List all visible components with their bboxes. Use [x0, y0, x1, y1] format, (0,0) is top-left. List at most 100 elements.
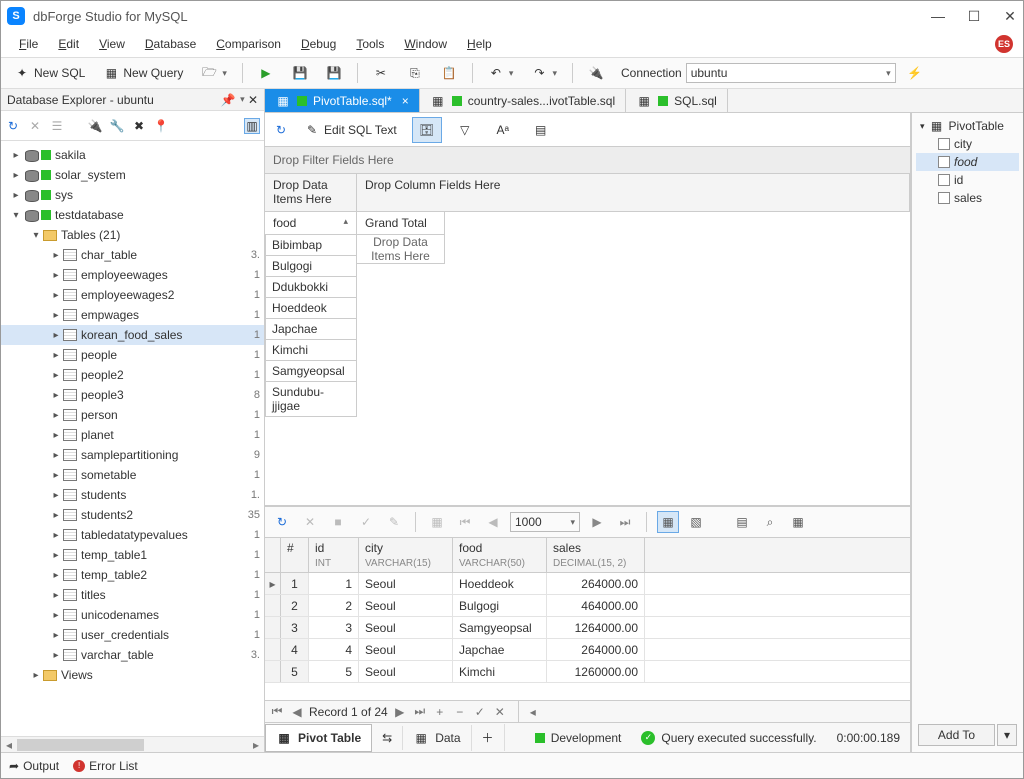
grid-refresh-icon[interactable]: ↻ — [271, 511, 293, 533]
es-badge-icon[interactable]: ES — [995, 35, 1013, 53]
grid-row[interactable]: 22SeoulBulgogi464000.00 — [265, 595, 910, 617]
disconnect-icon[interactable]: ✖ — [131, 118, 147, 134]
window-mode-icon[interactable]: ▥ — [244, 118, 260, 134]
new-connection-icon[interactable]: 🔌 — [87, 118, 103, 134]
horizontal-scrollbar[interactable]: ◂ ▸ — [1, 736, 264, 752]
nav-next-icon[interactable]: ▶ — [392, 705, 408, 719]
add-to-button[interactable]: Add To — [918, 724, 995, 746]
cut-button[interactable]: ✂ — [366, 61, 396, 85]
grid-commit-icon[interactable]: ✓ — [355, 511, 377, 533]
tab-PivotTable.sql*[interactable]: ▦PivotTable.sql*× — [265, 89, 420, 112]
grid-chart-icon[interactable]: ▤ — [731, 511, 753, 533]
table-node-people3[interactable]: ▸people38 — [1, 385, 264, 405]
menu-view[interactable]: View — [91, 35, 133, 53]
grid-first-icon[interactable]: ⏮ — [454, 511, 476, 533]
table-node-temp_table1[interactable]: ▸temp_table11 — [1, 545, 264, 565]
refresh-icon[interactable]: ↻ — [5, 118, 21, 134]
field-root[interactable]: ▾▦PivotTable — [916, 117, 1019, 135]
tab-close-icon[interactable]: × — [402, 94, 409, 108]
output-tab[interactable]: ➦Output — [9, 759, 59, 773]
tab-SQL.sql[interactable]: ▦SQL.sql — [626, 89, 728, 112]
tab-country-sales...ivotTable.sql[interactable]: ▦country-sales...ivotTable.sql — [420, 89, 626, 112]
table-node-korean_food_sales[interactable]: ▸korean_food_sales1 — [1, 325, 264, 345]
field-id[interactable]: id — [916, 171, 1019, 189]
pivot-row-Sundubu-jjigae[interactable]: Sundubu-jjigae — [265, 382, 357, 417]
grid-last-icon[interactable]: ⏭ — [614, 511, 636, 533]
drop-data-center[interactable]: Drop Data Items Here — [357, 235, 445, 264]
menu-file[interactable]: File — [11, 35, 46, 53]
menu-edit[interactable]: Edit — [50, 35, 87, 53]
menu-database[interactable]: Database — [137, 35, 204, 53]
save-button[interactable]: 💾 — [285, 61, 315, 85]
datasource-button[interactable]: 🗄 — [412, 117, 442, 143]
field-city[interactable]: city — [916, 135, 1019, 153]
edit-sql-button[interactable]: ✎Edit SQL Text — [297, 117, 404, 143]
pin-icon[interactable]: 📌 — [221, 93, 236, 107]
grid-stop-icon[interactable]: ■ — [327, 511, 349, 533]
grid-next-icon[interactable]: ▶ — [586, 511, 608, 533]
table-node-varchar_table[interactable]: ▸varchar_table3. — [1, 645, 264, 665]
table-node-unicodenames[interactable]: ▸unicodenames1 — [1, 605, 264, 625]
filter-button[interactable]: ▽ — [450, 117, 480, 143]
save-all-button[interactable]: 💾 — [319, 61, 349, 85]
minimize-button[interactable]: — — [931, 9, 945, 23]
hnav-left-icon[interactable]: ◂ — [525, 705, 541, 719]
grid-edit-icon[interactable]: ✎ — [383, 511, 405, 533]
database-tree[interactable]: ▸sakila▸solar_system▸sys▾testdatabase▾Ta… — [1, 141, 264, 736]
add-to-dropdown[interactable]: ▾ — [997, 724, 1017, 746]
pivot-row-Japchae[interactable]: Japchae — [265, 319, 357, 340]
execute-button[interactable]: ⚡ — [900, 61, 930, 85]
connect-button[interactable]: 🔌 — [581, 61, 611, 85]
drop-data-header[interactable]: Drop Data Items Here — [265, 174, 357, 212]
tab-add[interactable]: ＋ — [472, 724, 505, 751]
grid-view-card-icon[interactable]: ▧ — [685, 511, 707, 533]
maximize-button[interactable]: ☐ — [967, 9, 981, 23]
grid-row[interactable]: 33SeoulSamgyeopsal1264000.00 — [265, 617, 910, 639]
table-node-tabledatatypevalues[interactable]: ▸tabledatatypevalues1 — [1, 525, 264, 545]
table-node-user_credentials[interactable]: ▸user_credentials1 — [1, 625, 264, 645]
pivot-row-Samgyeopsal[interactable]: Samgyeopsal — [265, 361, 357, 382]
properties-icon[interactable]: ☰ — [49, 118, 65, 134]
db-node-sakila[interactable]: ▸sakila — [1, 145, 264, 165]
table-node-students2[interactable]: ▸students235 — [1, 505, 264, 525]
open-button[interactable]: 🗁▾ — [194, 61, 234, 85]
field-food[interactable]: food — [916, 153, 1019, 171]
nav-add-icon[interactable]: + — [432, 705, 448, 719]
menu-debug[interactable]: Debug — [293, 35, 344, 53]
table-node-people2[interactable]: ▸people21 — [1, 365, 264, 385]
layout-button[interactable]: ▤ — [526, 117, 556, 143]
nav-first-icon[interactable]: ⏮ — [269, 704, 285, 719]
table-node-sometable[interactable]: ▸sometable1 — [1, 465, 264, 485]
col-sales[interactable]: salesDECIMAL(15, 2) — [547, 538, 645, 572]
col-number[interactable]: # — [281, 538, 309, 572]
new-query-button[interactable]: ▦New Query — [96, 61, 190, 85]
grid-prev-icon[interactable]: ◀ — [482, 511, 504, 533]
grid-pagesize[interactable]: 1000▾ — [510, 512, 580, 532]
pin-selection-icon[interactable]: 📍 — [153, 118, 169, 134]
paste-button[interactable]: 📋 — [434, 61, 464, 85]
nav-cancel-icon[interactable]: ✕ — [492, 705, 508, 719]
tab-pivot-table[interactable]: ▦Pivot Table — [265, 724, 372, 752]
connection-select[interactable]: ubuntu▾ — [686, 63, 896, 83]
panel-close-icon[interactable]: ✕ — [248, 93, 258, 107]
play-button[interactable]: ▶ — [251, 61, 281, 85]
menu-help[interactable]: Help — [459, 35, 500, 53]
nav-prev-icon[interactable]: ◀ — [289, 705, 305, 719]
grid-cancel-icon[interactable]: ✕ — [299, 511, 321, 533]
pivot-row-Kimchi[interactable]: Kimchi — [265, 340, 357, 361]
menu-window[interactable]: Window — [396, 35, 455, 53]
table-node-empwages[interactable]: ▸empwages1 — [1, 305, 264, 325]
row-field-food[interactable]: food▴ — [265, 212, 357, 235]
panel-menu-icon[interactable]: ▾ — [240, 94, 245, 105]
tab-swap[interactable]: ⇆ — [372, 726, 403, 750]
db-node-sys[interactable]: ▸sys — [1, 185, 264, 205]
nav-commit-icon[interactable]: ✓ — [472, 705, 488, 719]
grid-export-icon[interactable]: ▦ — [787, 511, 809, 533]
copy-button[interactable]: ⎘ — [400, 61, 430, 85]
table-node-samplepartitioning[interactable]: ▸samplepartitioning9 — [1, 445, 264, 465]
table-node-person[interactable]: ▸person1 — [1, 405, 264, 425]
table-node-temp_table2[interactable]: ▸temp_table21 — [1, 565, 264, 585]
delete-icon[interactable]: ✕ — [27, 118, 43, 134]
grid-row[interactable]: 55SeoulKimchi1260000.00 — [265, 661, 910, 683]
pivot-row-Bulgogi[interactable]: Bulgogi — [265, 256, 357, 277]
